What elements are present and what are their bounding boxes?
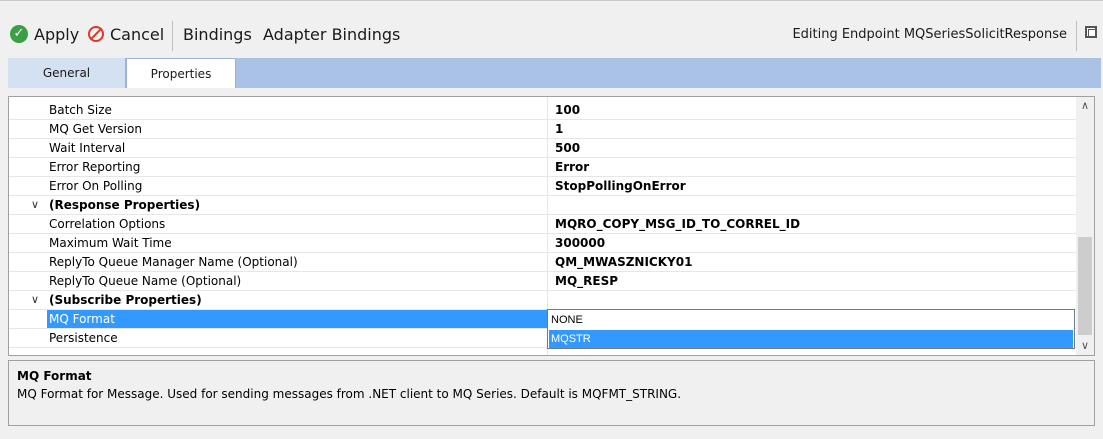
property-value[interactable]: StopPollingOnError	[555, 179, 686, 193]
property-name: ReplyTo Queue Name (Optional)	[49, 274, 242, 288]
property-row[interactable]: ReplyTo Queue Manager Name (Optional) QM…	[9, 253, 1077, 272]
property-value[interactable]: MQRO_COPY_MSG_ID_TO_CORREL_ID	[555, 217, 800, 231]
property-name: MQ Get Version	[49, 122, 142, 136]
property-row[interactable]: Batch Size 100	[9, 101, 1077, 120]
tab-properties[interactable]: Properties	[126, 58, 236, 88]
property-row[interactable]: Error On Polling StopPollingOnError	[9, 177, 1077, 196]
check-circle-icon: ✓	[10, 25, 28, 43]
format-dropdown-list[interactable]: NONE MQSTR	[547, 309, 1075, 349]
property-row[interactable]: Error Reporting Error	[9, 158, 1077, 177]
property-value[interactable]: QM_MWASZNICKY01	[555, 255, 692, 269]
property-name: Maximum Wait Time	[49, 236, 172, 250]
category-row[interactable]: ∨ (Response Properties)	[9, 196, 1077, 215]
property-name: Batch Size	[49, 103, 112, 117]
property-grid: Batch Size 100 MQ Get Version 1 Wait Int…	[8, 96, 1095, 356]
property-value[interactable]: 300000	[555, 236, 605, 250]
tab-strip: General Properties	[8, 58, 1101, 88]
property-value[interactable]: Error	[555, 160, 589, 174]
cancel-circle-icon	[88, 26, 104, 42]
property-value[interactable]: 100	[555, 103, 580, 117]
property-row[interactable]: Maximum Wait Time 300000	[9, 234, 1077, 253]
tab-general-label: General	[42, 66, 91, 80]
property-row[interactable]: Wait Interval 500	[9, 139, 1077, 158]
property-value[interactable]: 1	[555, 122, 563, 136]
description-pane: MQ Format MQ Format for Message. Used fo…	[8, 360, 1095, 426]
property-row[interactable]: MQ Get Version 1	[9, 120, 1077, 139]
description-text: MQ Format for Message. Used for sending …	[17, 387, 682, 401]
property-name: ReplyTo Queue Manager Name (Optional)	[49, 255, 298, 269]
scrollbar-thumb[interactable]	[1078, 237, 1092, 335]
adapter-bindings-label: Adapter Bindings	[263, 24, 401, 44]
property-value[interactable]: MQ_RESP	[555, 274, 618, 288]
tab-properties-label: Properties	[150, 66, 212, 81]
maximize-icon[interactable]	[1085, 26, 1097, 38]
category-row[interactable]: ∨ (Subscribe Properties)	[9, 291, 1077, 310]
category-name: (Response Properties)	[49, 198, 201, 212]
bindings-button[interactable]: Bindings	[183, 23, 252, 45]
dropdown-option[interactable]: NONE	[549, 311, 1073, 329]
cancel-button[interactable]: Cancel	[88, 23, 164, 45]
property-name: Wait Interval	[49, 141, 126, 155]
description-title: MQ Format	[17, 369, 92, 383]
bindings-label: Bindings	[183, 24, 252, 44]
property-row[interactable]: ReplyTo Queue Name (Optional) MQ_RESP	[9, 272, 1077, 291]
toolbar-separator	[172, 21, 173, 51]
vertical-scrollbar[interactable]: ∧ ∨	[1076, 97, 1094, 355]
toolbar-separator	[1076, 21, 1077, 51]
property-name: Persistence	[49, 331, 118, 345]
property-name: Correlation Options	[49, 217, 166, 231]
selection-highlight	[47, 310, 547, 328]
chevron-down-icon[interactable]: ∨	[31, 198, 39, 211]
scroll-down-icon[interactable]: ∨	[1076, 337, 1094, 355]
scroll-up-icon[interactable]: ∧	[1076, 97, 1094, 115]
adapter-bindings-button[interactable]: Adapter Bindings	[263, 23, 400, 45]
property-name: Error Reporting	[49, 160, 141, 174]
cancel-label: Cancel	[110, 24, 165, 44]
window-title: Editing Endpoint MQSeriesSolicitResponse	[792, 27, 1067, 42]
property-value[interactable]: 500	[555, 141, 580, 155]
property-row[interactable]: Correlation Options MQRO_COPY_MSG_ID_TO_…	[9, 215, 1077, 234]
dropdown-option-selected[interactable]: MQSTR	[549, 330, 1073, 348]
chevron-down-icon[interactable]: ∨	[31, 293, 39, 306]
apply-button[interactable]: ✓ Apply	[10, 23, 79, 45]
apply-label: Apply	[34, 24, 80, 44]
category-name: (Subscribe Properties)	[49, 293, 202, 307]
tab-general[interactable]: General	[8, 58, 126, 88]
property-name: MQ Format	[49, 312, 115, 326]
property-name: Error On Polling	[49, 179, 143, 193]
